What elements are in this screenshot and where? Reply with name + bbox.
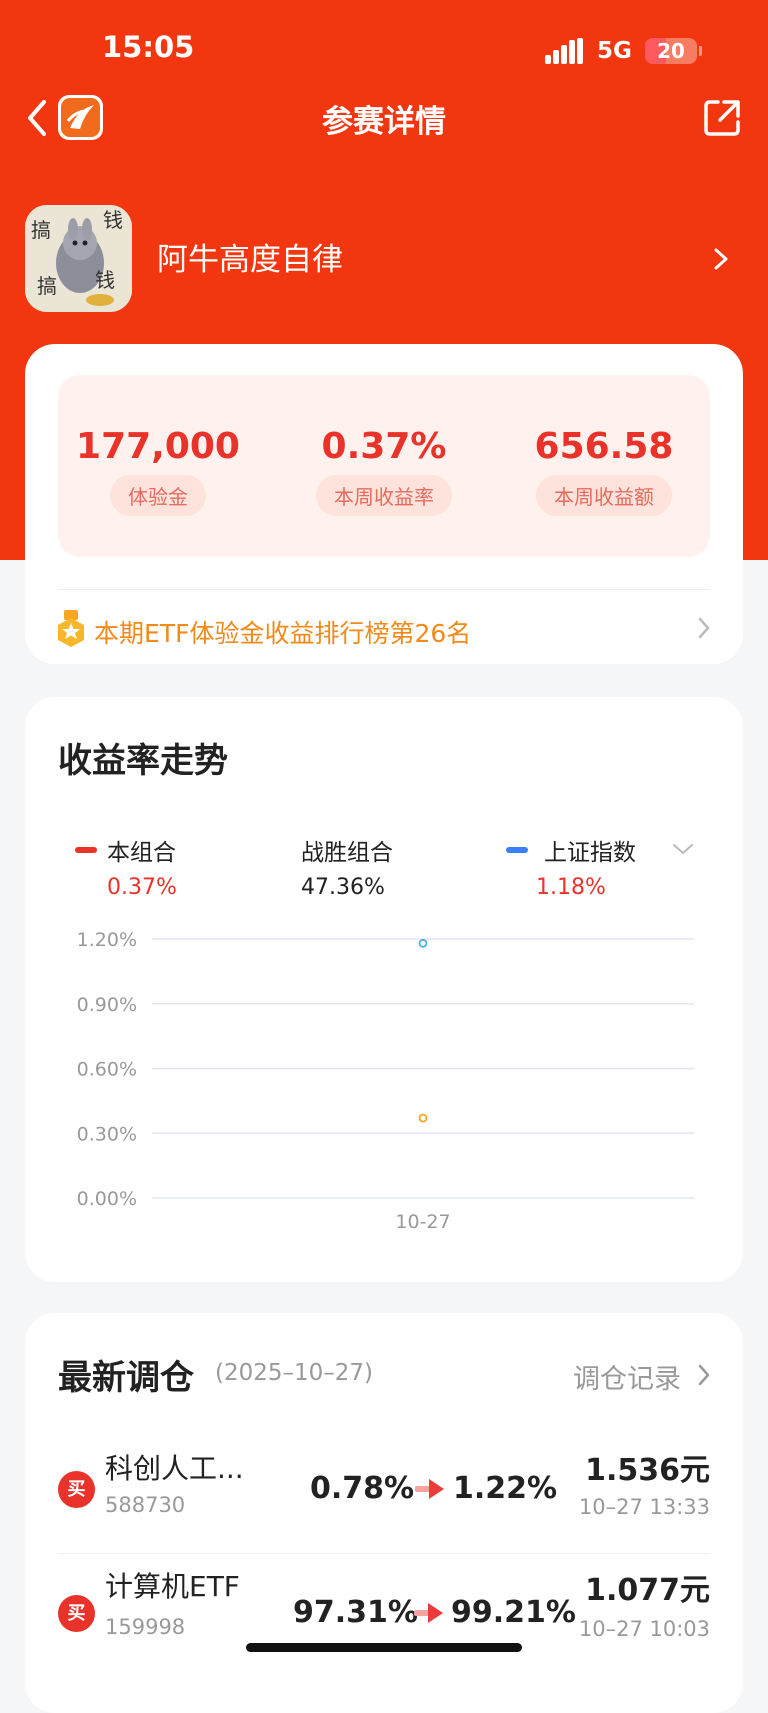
page-title: 参赛详情: [322, 104, 446, 140]
y-tick-label: 0.60%: [77, 1059, 137, 1081]
stat-value: 0.37%: [321, 426, 447, 467]
stat-balance: 177,000 体验金: [58, 425, 258, 516]
home-indicator: [246, 1643, 522, 1652]
y-tick-label: 1.20%: [77, 929, 137, 951]
stats-card: 177,000 体验金 0.37% 本周收益率 656.58 本周收益额 本期E…: [25, 344, 743, 664]
weight-from: 97.31%: [293, 1595, 418, 1630]
status-time: 15:05: [102, 30, 195, 64]
trade-price: 1.536元: [585, 1453, 710, 1488]
svg-text:钱: 钱: [103, 208, 123, 232]
fund-name: 计算机ETF: [105, 1570, 240, 1603]
arrow-right-icon: [414, 1603, 443, 1623]
stats-panel: 177,000 体验金 0.37% 本周收益率 656.58 本周收益额: [58, 375, 710, 557]
x-tick-label: 10-27: [395, 1211, 450, 1233]
rebalance-card: 最新调仓 (2025–10–27) 调仓记录 买 科创人工... 588730 …: [25, 1313, 743, 1713]
battery-level: 20: [657, 39, 685, 63]
medal-icon: [58, 610, 84, 647]
data-point: [418, 1113, 428, 1123]
stat-value: 177,000: [76, 426, 240, 467]
ranking-text[interactable]: 本期ETF体验金收益排行榜第26名: [94, 614, 471, 650]
share-icon[interactable]: [700, 96, 744, 140]
weight-to: 1.22%: [453, 1471, 558, 1506]
fund-code: 159998: [105, 1615, 186, 1639]
y-tick-label: 0.30%: [77, 1123, 137, 1145]
fund-code: 588730: [105, 1493, 186, 1517]
rebalance-history-link[interactable]: 调仓记录: [573, 1357, 681, 1396]
stat-label: 体验金: [110, 475, 206, 516]
stat-label: 本周收益额: [536, 475, 672, 516]
user-name[interactable]: 阿牛高度自律: [157, 234, 343, 279]
stat-value: 656.58: [534, 426, 674, 467]
chevron-right-icon[interactable]: [697, 1363, 711, 1387]
y-tick-label: 0.90%: [77, 994, 137, 1016]
svg-text:钱: 钱: [95, 268, 115, 292]
stat-weekly-return-rate: 0.37% 本周收益率: [284, 425, 484, 516]
battery-tip: [699, 46, 702, 56]
svg-text:搞: 搞: [37, 274, 57, 298]
chevron-right-icon[interactable]: [712, 246, 730, 272]
weight-from: 0.78%: [310, 1471, 415, 1506]
arrow-right-icon: [415, 1479, 444, 1499]
y-tick-label: 0.00%: [77, 1188, 137, 1210]
network-type: 5G: [597, 38, 632, 64]
avatar[interactable]: 搞 钱 搞 钱: [25, 205, 132, 312]
stat-label: 本周收益率: [316, 475, 452, 516]
signal-icon: [545, 38, 585, 64]
data-point: [418, 938, 428, 948]
fund-name: 科创人工...: [105, 1452, 244, 1485]
weight-to: 99.21%: [451, 1595, 576, 1630]
divider: [58, 589, 710, 590]
trade-time: 10–27 13:33: [578, 1495, 710, 1519]
buy-badge: 买: [58, 1471, 95, 1508]
trade-time: 10–27 10:03: [578, 1617, 710, 1641]
rebalance-row[interactable]: 买 科创人工... 588730 0.78% 1.22% 1.536元 10–2…: [25, 1423, 743, 1541]
returns-chart: 1.20% 0.90% 0.60% 0.30% 0.00% 10-27: [77, 929, 694, 1233]
rebalance-title: 最新调仓: [58, 1358, 194, 1398]
svg-text:搞: 搞: [31, 218, 51, 242]
chevron-right-icon[interactable]: [697, 616, 711, 640]
chart-card: 收益率走势 本组合 0.37% 战胜组合 47.36% 上证指数 1.18% 1…: [25, 697, 743, 1282]
battery-icon: 20: [645, 38, 697, 64]
buy-badge: 买: [58, 1595, 95, 1632]
stat-weekly-return-amount: 656.58 本周收益额: [504, 425, 704, 516]
rebalance-date: (2025–10–27): [215, 1360, 374, 1386]
trade-price: 1.077元: [585, 1573, 710, 1608]
